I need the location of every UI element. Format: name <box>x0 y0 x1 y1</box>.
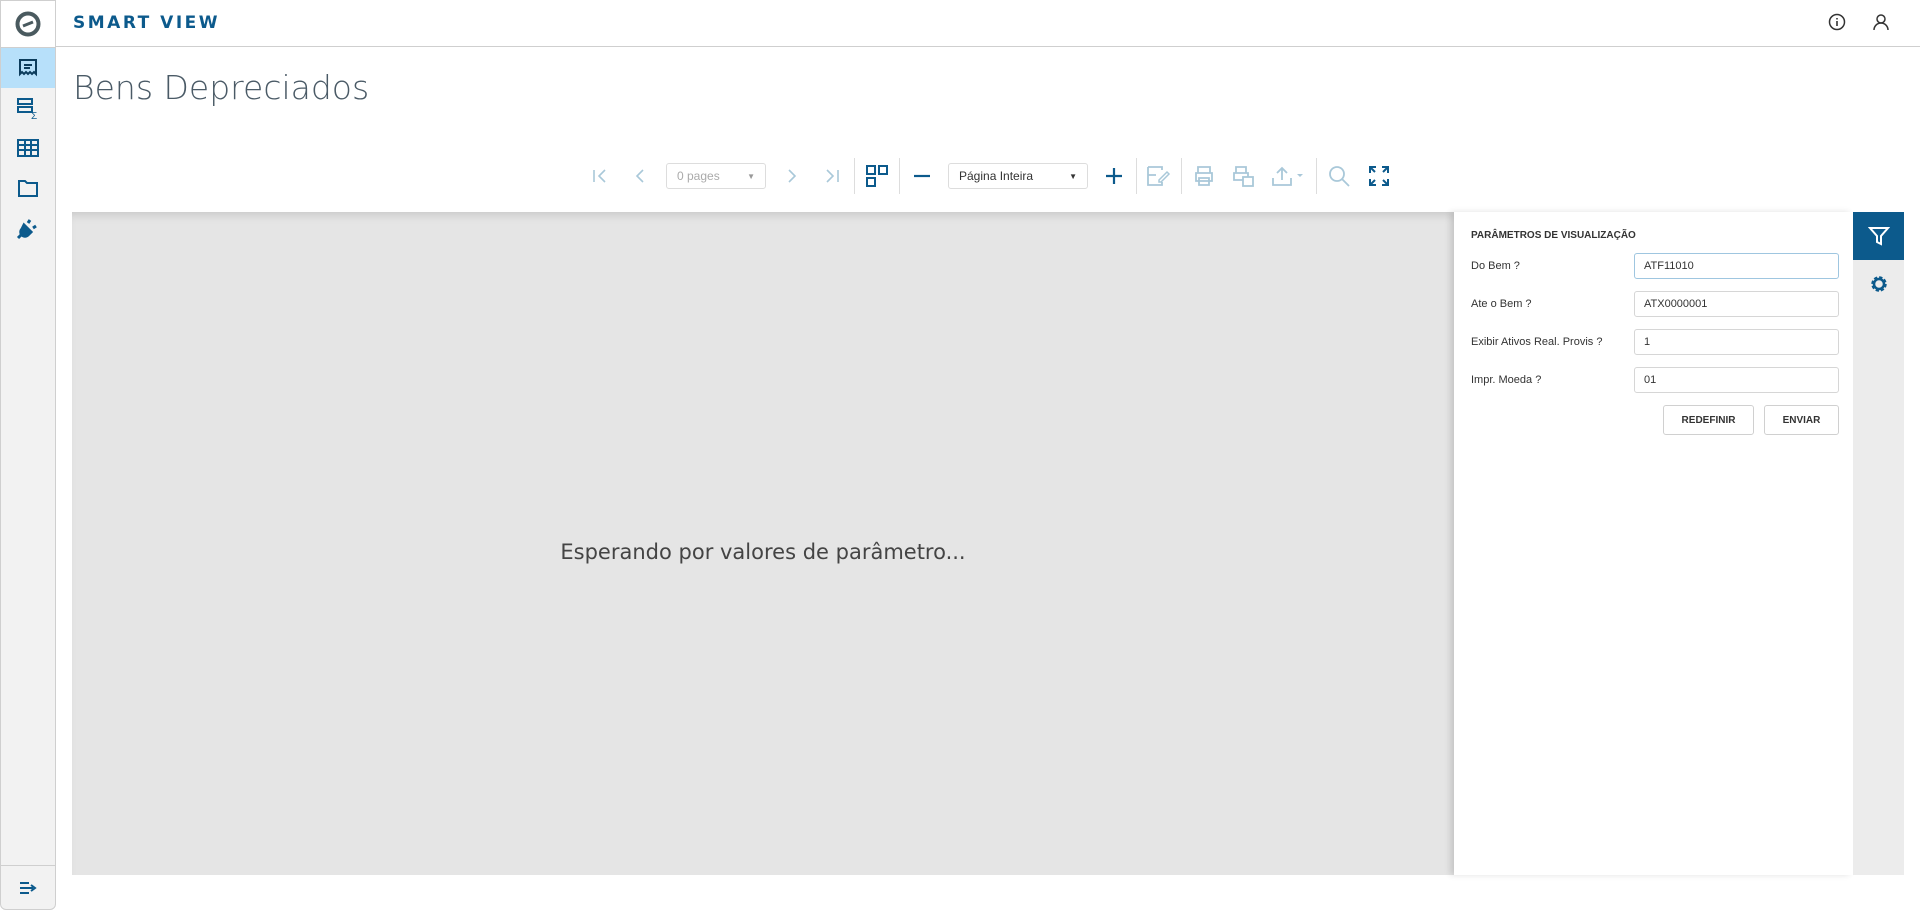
print-pages-icon <box>1233 166 1254 187</box>
last-page-button[interactable] <box>812 158 852 194</box>
minus-icon <box>914 174 930 178</box>
param-label: Exibir Ativos Real. Provis ? <box>1471 336 1603 348</box>
divider <box>854 158 855 194</box>
parameters-panel: PARÂMETROS DE VISUALIZAÇÃO Do Bem ? ATF11… <box>1454 212 1853 875</box>
impr-moeda-input[interactable]: 01 <box>1634 367 1839 393</box>
first-page-button[interactable] <box>580 158 620 194</box>
user-icon[interactable] <box>1872 13 1890 31</box>
top-header: SMART VIEW <box>56 0 1920 47</box>
caret-down-icon: ▼ <box>1069 171 1077 181</box>
logo-icon <box>15 11 41 37</box>
info-icon[interactable] <box>1828 13 1846 31</box>
zoom-in-button[interactable] <box>1094 158 1134 194</box>
folder-icon <box>18 180 38 197</box>
panel-title: PARÂMETROS DE VISUALIZAÇÃO <box>1471 230 1636 241</box>
search-button[interactable] <box>1319 158 1359 194</box>
ate-o-bem-input[interactable]: ATX0000001 <box>1634 291 1839 317</box>
edit-icon <box>1147 166 1171 186</box>
first-page-icon <box>593 169 606 183</box>
param-row: Do Bem ? ATF11010 <box>1468 253 1839 279</box>
edit-button[interactable] <box>1139 158 1179 194</box>
plus-icon <box>1106 168 1122 184</box>
zoom-out-button[interactable] <box>902 158 942 194</box>
prev-page-button[interactable] <box>620 158 660 194</box>
thumbnails-icon <box>866 165 888 187</box>
export-button[interactable] <box>1264 158 1314 194</box>
sidebar-expand-button[interactable] <box>1 865 55 909</box>
page-title: Bens Depreciados <box>73 68 370 107</box>
multi-page-button[interactable] <box>857 158 897 194</box>
export-icon <box>1272 166 1303 186</box>
tab-settings[interactable] <box>1853 260 1904 308</box>
app-brand: SMART VIEW <box>73 13 221 33</box>
fullscreen-icon <box>1369 166 1389 186</box>
filter-icon <box>1867 227 1890 246</box>
zoom-select[interactable]: Página Inteira ▼ <box>948 163 1088 189</box>
sidebar: Σ <box>0 0 56 910</box>
summary-table-icon: Σ <box>17 98 37 119</box>
plug-icon <box>16 219 37 240</box>
fullscreen-button[interactable] <box>1359 158 1399 194</box>
search-icon <box>1329 166 1350 187</box>
chevron-right-icon <box>788 169 797 183</box>
caret-down-icon: ▼ <box>747 171 755 181</box>
zoom-select-value: Página Inteira <box>959 169 1034 183</box>
report-icon <box>19 59 37 77</box>
viewer-toolbar: 0 pages ▼ Página Inteira ▼ <box>580 158 1399 194</box>
waiting-message: Esperando por valores de parâmetro... <box>560 540 966 564</box>
pages-select[interactable]: 0 pages ▼ <box>666 163 766 189</box>
param-label: Ate o Bem ? <box>1471 298 1532 310</box>
print-icon <box>1195 166 1213 186</box>
submit-button[interactable]: ENVIAR <box>1764 405 1839 435</box>
param-label: Impr. Moeda ? <box>1471 374 1542 386</box>
last-page-icon <box>826 169 839 183</box>
grid-table-icon <box>17 139 39 157</box>
param-row: Impr. Moeda ? 01 <box>1468 367 1839 393</box>
svg-text:Σ: Σ <box>31 111 37 119</box>
sidebar-item-summary[interactable]: Σ <box>1 88 55 128</box>
sidebar-item-connections[interactable] <box>1 208 55 248</box>
param-row: Ate o Bem ? ATX0000001 <box>1468 291 1839 317</box>
param-row: Exibir Ativos Real. Provis ? 1 <box>1468 329 1839 355</box>
print-button[interactable] <box>1184 158 1224 194</box>
sidebar-item-tables[interactable] <box>1 128 55 168</box>
tab-filters[interactable] <box>1853 212 1904 260</box>
report-viewer: Esperando por valores de parâmetro... <box>72 212 1454 875</box>
divider <box>1316 158 1317 194</box>
divider <box>1181 158 1182 194</box>
do-bem-input[interactable]: ATF11010 <box>1634 253 1839 279</box>
divider <box>899 158 900 194</box>
expand-menu-icon <box>20 881 37 894</box>
side-tabs <box>1853 212 1904 875</box>
pages-select-value: 0 pages <box>677 169 720 183</box>
chevron-left-icon <box>635 169 644 183</box>
divider <box>1136 158 1137 194</box>
sidebar-item-reports[interactable] <box>1 48 55 88</box>
param-label: Do Bem ? <box>1471 260 1520 272</box>
exibir-ativos-input[interactable]: 1 <box>1634 329 1839 355</box>
reset-button[interactable]: REDEFINIR <box>1663 405 1754 435</box>
next-page-button[interactable] <box>772 158 812 194</box>
print-pages-button[interactable] <box>1224 158 1264 194</box>
sidebar-item-folders[interactable] <box>1 168 55 208</box>
gear-icon <box>1870 276 1887 292</box>
app-logo[interactable] <box>1 1 55 48</box>
